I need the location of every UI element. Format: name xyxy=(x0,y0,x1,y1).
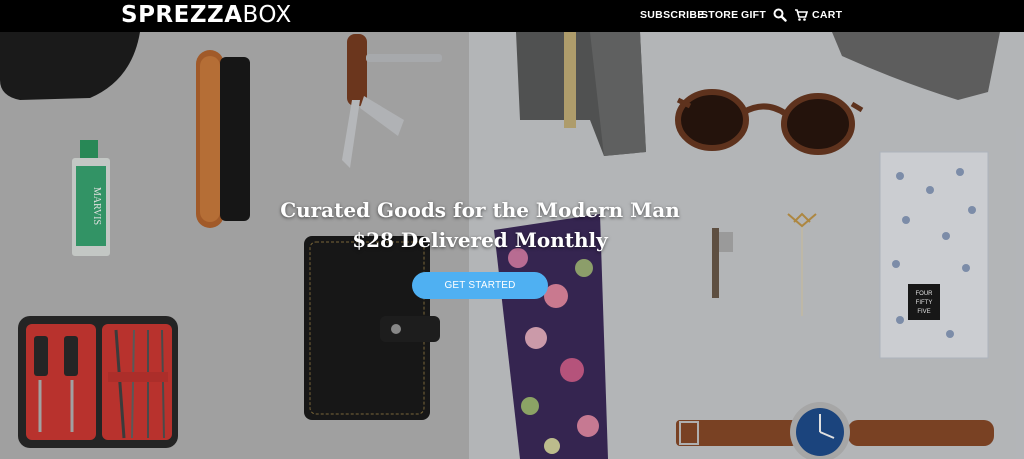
top-navigation-bar: SPREZZABOX SUBSCRIBE STORE GIFT CART xyxy=(0,0,1024,32)
hero-banner: MARVIS FOUR FIFTY FIVE Curated Goods for… xyxy=(0,0,1024,459)
nav-cart-link[interactable]: CART xyxy=(812,8,842,22)
logo-part-1: SPREZZA xyxy=(121,2,243,28)
pocket-square: FOUR FIFTY FIVE xyxy=(879,151,989,359)
pocket-square-label-2: FIFTY xyxy=(916,300,933,306)
nav-gift-link[interactable]: GIFT xyxy=(741,8,766,22)
pocket-knife xyxy=(342,34,442,168)
sprezzabox-logo[interactable]: SPREZZABOX xyxy=(121,1,292,29)
nav-store-link[interactable]: STORE xyxy=(701,8,738,22)
hero-headline-line2: $28 Delivered Monthly xyxy=(352,228,608,252)
pocket-square-label-3: FIVE xyxy=(917,309,930,315)
manicure-kit xyxy=(18,316,178,448)
cart-icon[interactable] xyxy=(794,8,809,22)
search-icon[interactable] xyxy=(773,8,787,22)
get-started-button[interactable]: GET STARTED xyxy=(412,272,548,299)
logo-part-2: BOX xyxy=(242,2,292,28)
wrist-watch xyxy=(676,402,994,459)
leather-wallet xyxy=(304,236,440,420)
black-bag xyxy=(0,32,140,100)
pocket-square-label-1: FOUR xyxy=(916,291,934,297)
socks xyxy=(516,32,646,156)
nav-subscribe-link[interactable]: SUBSCRIBE xyxy=(640,8,705,22)
sunglasses xyxy=(675,89,864,155)
knit-beanie xyxy=(832,32,1000,100)
hero-headline-line1: Curated Goods for the Modern Man xyxy=(280,198,680,222)
